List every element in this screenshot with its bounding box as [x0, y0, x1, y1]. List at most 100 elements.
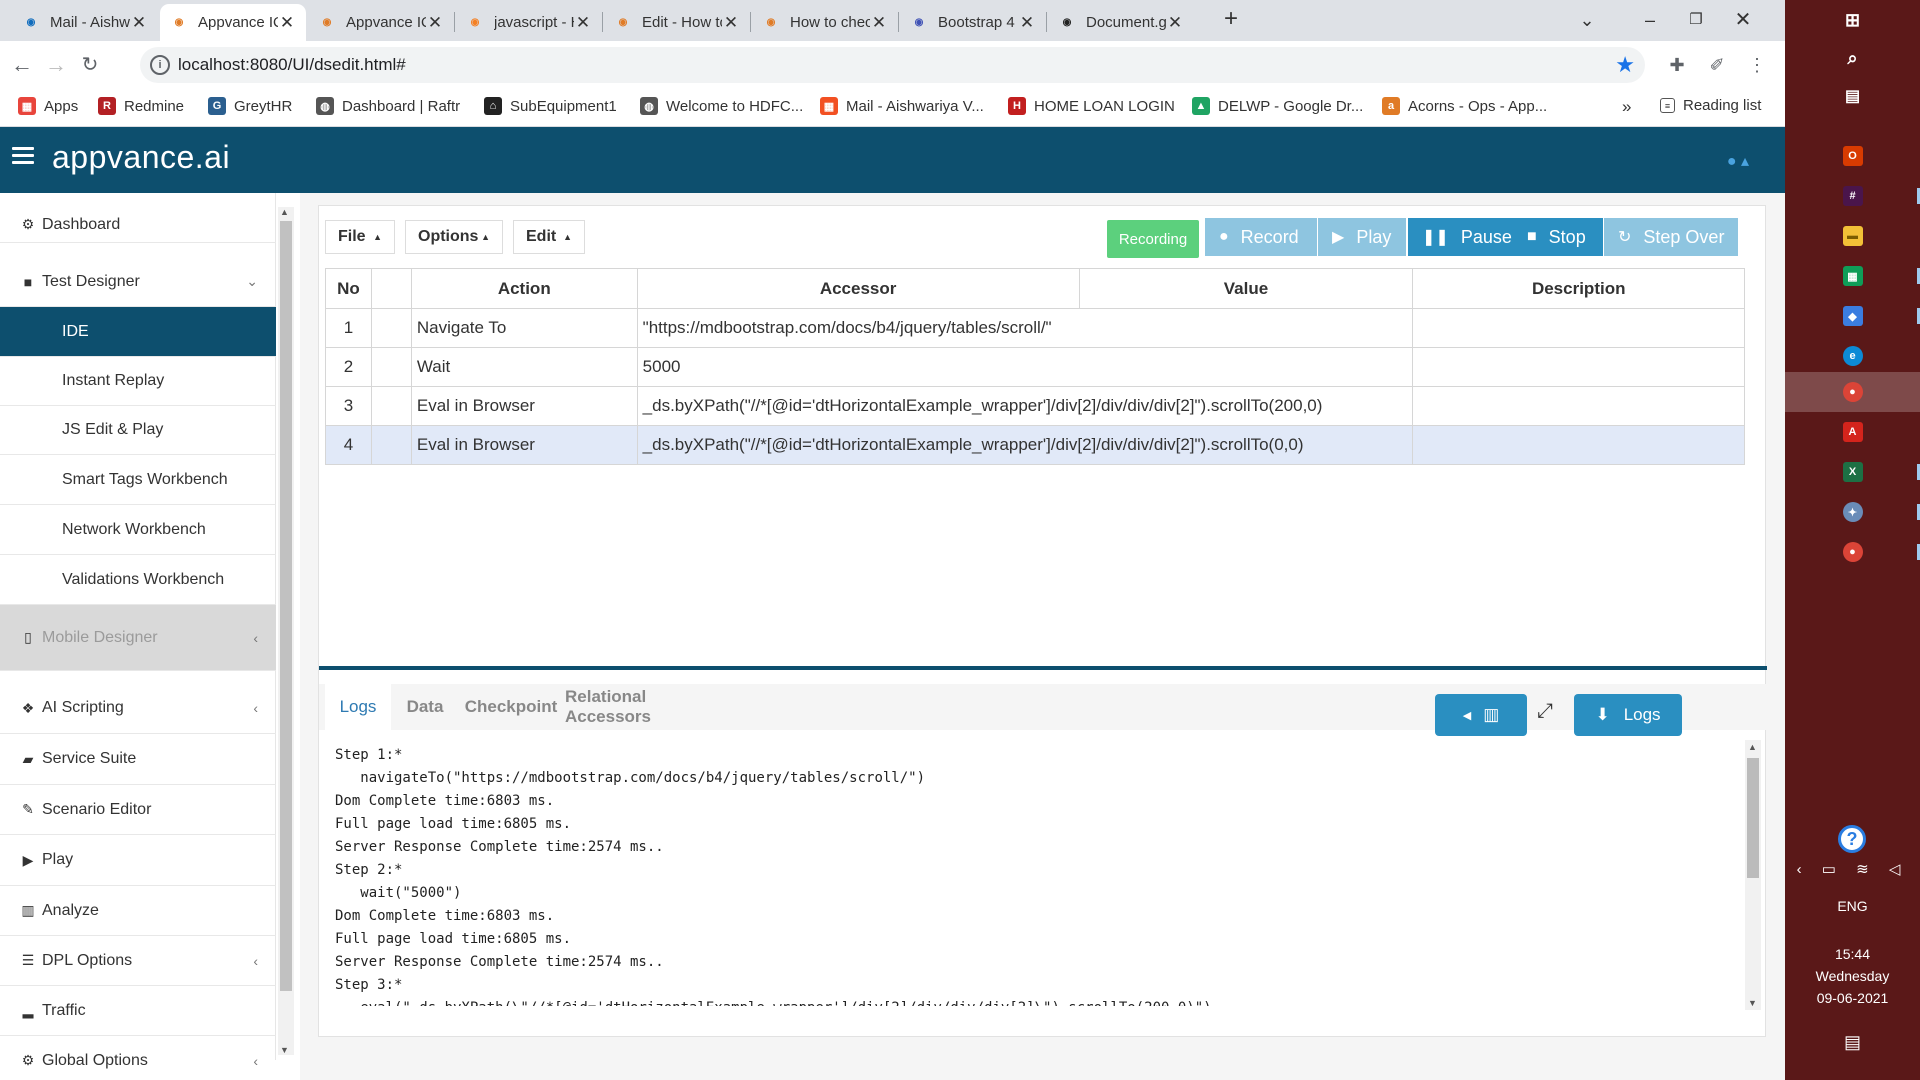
sidebar-item-validations-workbench[interactable]: Validations Workbench: [0, 555, 276, 605]
column-header[interactable]: Accessor: [636, 268, 1080, 309]
browser-tab[interactable]: ◉ Mail - Aishwariya✕: [12, 4, 158, 41]
step-accessor[interactable]: _ds.byXPath("//*[@id='dtHorizontalExampl…: [636, 425, 1414, 465]
close-tab-icon[interactable]: ✕: [278, 13, 296, 33]
profile-icon[interactable]: ✐: [1704, 52, 1730, 78]
taskbar-chrome-2[interactable]: ●: [1785, 532, 1920, 572]
hamburger-menu-icon[interactable]: [12, 147, 34, 165]
browser-tab[interactable]: ◉ How to check Ele✕: [752, 4, 898, 41]
bookmark-item[interactable]: H HOME LOAN LOGIN: [1008, 97, 1175, 115]
close-tab-icon[interactable]: ✕: [1166, 13, 1184, 33]
sidebar-item-service-suite[interactable]: ▰ Service Suite: [0, 734, 276, 785]
stats-toggle-button[interactable]: ◀ ▥: [1435, 694, 1527, 736]
sidebar-scrollbar[interactable]: ▲ ▼: [278, 207, 294, 1055]
row-handle[interactable]: [370, 425, 412, 465]
column-header[interactable]: Action: [410, 268, 638, 309]
bookmark-item[interactable]: ▦ Apps: [18, 97, 78, 115]
play-button[interactable]: ▶ Play: [1318, 218, 1406, 256]
close-tab-icon[interactable]: ✕: [574, 13, 592, 33]
language-indicator[interactable]: ENG: [1785, 898, 1920, 914]
sidebar-item-test-designer[interactable]: ■ Test Designer ⌄: [0, 257, 276, 307]
sidebar-item-dpl-options[interactable]: ☰ DPL Options ‹: [0, 936, 276, 986]
url-text[interactable]: localhost:8080/UI/dsedit.html#: [178, 55, 406, 75]
table-row[interactable]: 3 Eval in Browser _ds.byXPath("//*[@id='dt…: [325, 386, 1745, 426]
search-button[interactable]: ⌕: [1785, 38, 1920, 78]
clock-time[interactable]: 15:44: [1785, 946, 1920, 962]
sidebar-item-network-workbench[interactable]: Network Workbench: [0, 505, 276, 555]
sidebar-item-js-edit-play[interactable]: JS Edit & Play: [0, 406, 276, 455]
taskbar-excel[interactable]: X: [1785, 452, 1920, 492]
tab-logs[interactable]: Logs: [325, 684, 391, 730]
site-info-icon[interactable]: i: [150, 55, 170, 75]
taskbar-explorer[interactable]: ▬: [1785, 216, 1920, 256]
reload-icon[interactable]: ↻: [76, 51, 104, 79]
user-menu-icon[interactable]: ● ▴: [1727, 151, 1749, 171]
sidebar-item-ide[interactable]: IDE: [0, 307, 276, 357]
table-row[interactable]: 1 Navigate To "https://mdbootstrap.com/doc…: [325, 308, 1745, 348]
start-button[interactable]: ⊞: [1785, 0, 1920, 40]
column-header[interactable]: Value: [1078, 268, 1414, 309]
sidebar-item-ai-scripting[interactable]: ❖ AI Scripting ‹: [0, 683, 276, 734]
log-output[interactable]: Step 1:* navigateTo("https://mdbootstrap…: [323, 736, 1743, 1006]
notifications-icon[interactable]: ▤: [1785, 1032, 1920, 1053]
new-tab-button[interactable]: +: [1216, 5, 1246, 33]
browser-tab[interactable]: ◉ Appvance IQ : Ad✕: [308, 4, 454, 41]
table-row[interactable]: 2 Wait 5000: [325, 347, 1745, 387]
menu-kebab-icon[interactable]: ⋮: [1744, 52, 1770, 78]
step-action[interactable]: Eval in Browser: [410, 386, 638, 426]
taskbar-slack[interactable]: #: [1785, 176, 1920, 216]
step-accessor[interactable]: 5000: [636, 347, 1414, 387]
close-tab-icon[interactable]: ✕: [870, 13, 888, 33]
minimize-icon[interactable]: –: [1635, 6, 1665, 34]
stop-button[interactable]: ■ Stop: [1513, 218, 1603, 256]
panel-divider[interactable]: [319, 666, 1767, 670]
tab-search-icon[interactable]: ⌄: [1572, 6, 1602, 34]
column-header[interactable]: [370, 268, 412, 309]
options-menu[interactable]: Options ▲: [405, 220, 503, 254]
task-view-button[interactable]: ▤: [1785, 76, 1920, 116]
close-tab-icon[interactable]: ✕: [722, 13, 740, 33]
browser-tab[interactable]: ◉ Edit - How to add✕: [604, 4, 750, 41]
sidebar-item-smart-tags-workbench[interactable]: Smart Tags Workbench: [0, 455, 276, 505]
restore-icon[interactable]: ❐: [1681, 6, 1711, 34]
sidebar-item-instant-replay[interactable]: Instant Replay: [0, 357, 276, 406]
row-handle[interactable]: [370, 308, 412, 348]
bookmark-star-icon[interactable]: ★: [1615, 52, 1635, 78]
bookmark-item[interactable]: ◍ Dashboard | Raftr: [316, 97, 460, 115]
step-description[interactable]: [1412, 386, 1745, 426]
close-tab-icon[interactable]: ✕: [130, 13, 148, 33]
browser-tab[interactable]: ◉ Appvance IQ : DS✕: [160, 4, 306, 41]
browser-tab[interactable]: ◉ Bootstrap 4 table✕: [900, 4, 1046, 41]
back-icon[interactable]: ←: [8, 51, 36, 79]
pause-button[interactable]: ❚❚ Pause: [1408, 218, 1513, 256]
taskbar-tool[interactable]: ✦: [1785, 492, 1920, 532]
row-handle[interactable]: [370, 347, 412, 387]
tab-relational-accessors[interactable]: Relational Accessors: [565, 684, 713, 730]
step-action[interactable]: Navigate To: [410, 308, 638, 348]
table-row[interactable]: 4 Eval in Browser _ds.byXPath("//*[@id='dt…: [325, 425, 1745, 465]
tab-data[interactable]: Data: [393, 684, 457, 730]
sidebar-item-traffic[interactable]: ▂ Traffic: [0, 986, 276, 1036]
bookmark-item[interactable]: ▲ DELWP - Google Dr...: [1192, 97, 1363, 115]
bookmark-item[interactable]: ◍ Welcome to HDFC...: [640, 97, 803, 115]
forward-icon[interactable]: →: [42, 51, 70, 79]
taskbar-office[interactable]: O: [1785, 136, 1920, 176]
taskbar-edge[interactable]: e: [1785, 336, 1920, 376]
browser-tab[interactable]: ◉ Document.getEl✕: [1048, 4, 1194, 41]
row-handle[interactable]: [370, 386, 412, 426]
bookmark-item[interactable]: R Redmine: [98, 97, 184, 115]
bookmark-item[interactable]: G GreytHR: [208, 97, 292, 115]
column-header[interactable]: Description: [1412, 268, 1745, 309]
sidebar-item-scenario-editor[interactable]: ✎ Scenario Editor: [0, 785, 276, 835]
step-over-button[interactable]: ↻ Step Over: [1604, 218, 1738, 256]
expand-icon[interactable]: ⤢: [1537, 700, 1553, 723]
close-tab-icon[interactable]: ✕: [1018, 13, 1036, 33]
column-header[interactable]: No: [325, 268, 372, 309]
sidebar-item-play[interactable]: ▶ Play: [0, 835, 276, 886]
bookmark-item[interactable]: ⌂ SubEquipment1: [484, 97, 617, 115]
more-bookmarks-icon[interactable]: »: [1622, 97, 1631, 117]
edit-menu[interactable]: Edit ▲: [513, 220, 585, 254]
step-description[interactable]: [1412, 425, 1745, 465]
tab-checkpoint[interactable]: Checkpoint: [459, 684, 563, 730]
close-window-icon[interactable]: ✕: [1728, 6, 1758, 34]
step-action[interactable]: Eval in Browser: [410, 425, 638, 465]
